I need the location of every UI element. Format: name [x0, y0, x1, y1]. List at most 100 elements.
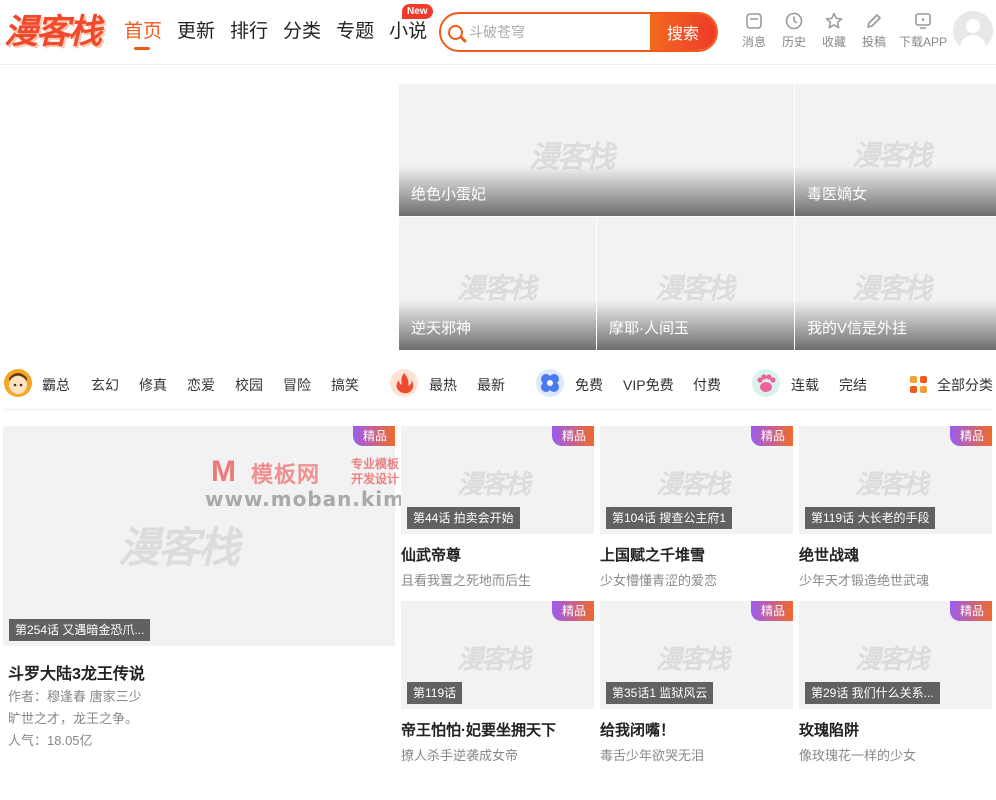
comic-cover[interactable]: 漫客栈 精品 第119话 — [401, 601, 594, 709]
category-link[interactable]: 霸总 — [42, 375, 70, 395]
site-logo[interactable]: 漫客栈 — [4, 10, 108, 54]
nav-topics[interactable]: 专题 — [336, 18, 374, 46]
nav-ranking[interactable]: 排行 — [230, 18, 268, 46]
banner-title: 绝色小蛋妃 — [411, 186, 487, 203]
banner-title: 摩耶·人间玉 — [609, 320, 689, 337]
avatar[interactable] — [953, 11, 993, 51]
placeholder-watermark: 漫客栈 — [118, 523, 240, 572]
category-link[interactable]: 最新 — [477, 375, 505, 395]
featured-popularity: 人气：18.05亿 — [8, 733, 93, 748]
user-tools: 消息 历史 收藏 投稿 下载APP — [734, 11, 952, 50]
message-icon — [746, 13, 762, 29]
tool-download-app[interactable]: 下载APP — [894, 11, 952, 50]
premium-tag: 精品 — [949, 426, 992, 446]
latest-episode: 第119话 — [407, 682, 463, 704]
comic-title[interactable]: 上国赋之千堆雪 — [600, 544, 705, 565]
category-link[interactable]: 完结 — [839, 375, 867, 395]
placeholder-watermark: 漫客栈 — [457, 470, 531, 500]
category-link[interactable]: 付费 — [693, 375, 721, 395]
category-link[interactable]: 冒险 — [283, 375, 311, 395]
banner-item[interactable]: 漫客栈 逆天邪神 — [399, 217, 596, 350]
category-link[interactable]: 恋爱 — [187, 375, 215, 395]
tool-label: 消息 — [741, 35, 766, 49]
category-link[interactable]: 最热 — [429, 375, 457, 395]
featured-title[interactable]: 斗罗大陆3龙王传说 — [8, 660, 145, 684]
category-link[interactable]: 玄幻 — [91, 375, 119, 395]
flame-icon — [390, 369, 418, 397]
new-badge: New — [402, 4, 433, 19]
nav-updates[interactable]: 更新 — [177, 18, 215, 46]
banner-item[interactable]: 漫客栈 绝色小蛋妃 — [399, 84, 794, 216]
site-watermark: M 模板网 专业模板 开发设计 www.moban.kim — [205, 455, 405, 511]
tool-history[interactable]: 历史 — [774, 11, 814, 50]
search-input[interactable] — [469, 14, 651, 50]
featured-desc: 旷世之才，龙王之争。 — [8, 711, 139, 726]
banner-item[interactable]: 漫客栈 摩耶·人间玉 — [597, 217, 794, 350]
site-header: 漫客栈 首页 更新 排行 分类 专题 小说 New 搜索 消息 历史 收藏 投稿 — [0, 0, 996, 65]
search-button[interactable]: 搜索 — [650, 14, 716, 50]
search-icon — [441, 14, 469, 50]
tool-label: 历史 — [781, 35, 806, 49]
comic-desc: 撩人杀手逆袭成女帝 — [401, 748, 519, 763]
premium-tag: 精品 — [551, 601, 594, 621]
banner-grid: 漫客栈 绝色小蛋妃 漫客栈 毒医嫡女 漫客栈 逆天邪神 漫客栈 摩耶·人间玉 漫… — [399, 84, 996, 350]
comic-cover[interactable]: 漫客栈 精品 第104话 搜查公主府1 — [600, 426, 793, 534]
latest-episode: 第104话 搜查公主府1 — [606, 507, 733, 529]
placeholder-watermark: 漫客栈 — [855, 470, 929, 500]
category-link[interactable]: VIP免费 — [623, 375, 674, 395]
premium-tag: 精品 — [750, 601, 793, 621]
latest-episode: 第35话1 监狱风云 — [606, 682, 714, 704]
latest-episode: 第44话 拍卖会开始 — [407, 507, 520, 529]
pen-icon — [867, 14, 881, 28]
all-categories-link[interactable]: 全部分类 — [937, 375, 993, 395]
tool-favorites[interactable]: 收藏 — [814, 11, 854, 50]
premium-tag: 精品 — [949, 601, 992, 621]
search-box: 搜索 — [439, 12, 718, 52]
tool-label: 投稿 — [861, 35, 886, 49]
premium-tag: 精品 — [551, 426, 594, 446]
paw-icon — [752, 369, 780, 397]
tool-messages[interactable]: 消息 — [734, 11, 774, 50]
download-icon — [915, 13, 931, 29]
comic-desc: 毒舌少年欲哭无泪 — [600, 748, 705, 763]
main-nav: 首页 更新 排行 分类 专题 小说 — [124, 18, 442, 50]
nav-novels[interactable]: 小说 — [389, 18, 427, 46]
category-bar: 霸总 玄幻 修真 恋爱 校园 冒险 搞笑 最热 最新 免费 VIP免费 付费 连… — [0, 366, 996, 406]
featured-author: 作者：穆逢春 唐家三少 — [8, 689, 142, 704]
banner-title: 逆天邪神 — [411, 320, 472, 337]
clover-icon — [536, 369, 564, 397]
comic-desc: 少年天才锻造绝世武魂 — [799, 573, 930, 588]
nav-home[interactable]: 首页 — [124, 18, 162, 50]
category-link[interactable]: 修真 — [139, 375, 167, 395]
divider — [4, 409, 994, 410]
category-link[interactable]: 连载 — [791, 375, 819, 395]
comic-desc: 少女懵懂青涩的爱恋 — [600, 573, 718, 588]
banner-item[interactable]: 漫客栈 我的V信是外挂 — [795, 217, 996, 350]
comic-cover[interactable]: 漫客栈 精品 第29话 我们什么关系... — [799, 601, 992, 709]
placeholder-watermark: 漫客栈 — [457, 645, 531, 675]
comic-cover[interactable]: 漫客栈 精品 第44话 拍卖会开始 — [401, 426, 594, 534]
comic-desc: 且看我置之死地而后生 — [401, 573, 532, 588]
comic-title[interactable]: 给我闭嘴！ — [600, 719, 675, 740]
banner-title: 我的V信是外挂 — [807, 320, 908, 337]
category-link[interactable]: 免费 — [575, 375, 603, 395]
banner-item[interactable]: 漫客栈 毒医嫡女 — [795, 84, 996, 216]
star-icon — [825, 12, 843, 29]
comic-title[interactable]: 绝世战魂 — [799, 544, 859, 565]
latest-episode: 第29话 我们什么关系... — [805, 682, 940, 704]
comic-title[interactable]: 玫瑰陷阱 — [799, 719, 859, 740]
nav-categories[interactable]: 分类 — [283, 18, 321, 46]
category-link[interactable]: 校园 — [235, 375, 263, 395]
tool-label: 收藏 — [821, 35, 846, 49]
latest-episode: 第119话 大长老的手段 — [805, 507, 936, 529]
latest-episode: 第254话 又遇暗金恐爪... — [9, 619, 151, 641]
comic-title[interactable]: 帝王怕怕·妃要坐拥天下 — [401, 719, 556, 740]
tool-submit[interactable]: 投稿 — [854, 11, 894, 50]
ceo-avatar-icon — [4, 369, 32, 397]
comic-cover[interactable]: 漫客栈 精品 第119话 大长老的手段 — [799, 426, 992, 534]
clock-icon — [785, 12, 803, 30]
comic-title[interactable]: 仙武帝尊 — [401, 544, 461, 565]
comic-cover[interactable]: 漫客栈 精品 第35话1 监狱风云 — [600, 601, 793, 709]
tool-label: 下载APP — [898, 35, 947, 49]
category-link[interactable]: 搞笑 — [331, 375, 359, 395]
